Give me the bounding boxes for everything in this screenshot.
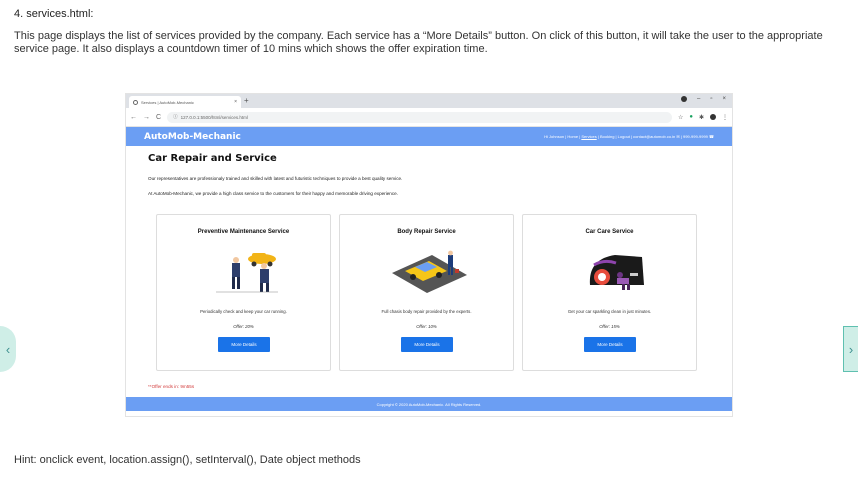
new-tab-button[interactable]: +: [244, 96, 249, 105]
maximize-button[interactable]: ▫: [710, 96, 712, 102]
menu-icon[interactable]: ⋮: [722, 114, 728, 121]
forward-icon[interactable]: →: [143, 114, 150, 121]
nav-link-services[interactable]: Services: [581, 134, 596, 139]
url-text: 127.0.0.1:5500/html/services.html: [180, 114, 248, 120]
reload-icon[interactable]: C: [156, 114, 161, 121]
favicon-icon: [133, 99, 138, 105]
countdown-value: 9m55s: [180, 384, 195, 389]
record-icon[interactable]: [681, 96, 687, 102]
service-title: Car Care Service: [585, 229, 634, 235]
doc-description: This page displays the list of services …: [14, 30, 823, 55]
nav-links-pre[interactable]: Hi Johnson | Home |: [544, 134, 581, 139]
browser-screenshot: Services | AutoMob-Mechanic × + – ▫ × ← …: [126, 94, 732, 416]
chevron-right-icon: ›: [848, 341, 854, 357]
profile-icon[interactable]: [710, 114, 716, 120]
back-icon[interactable]: ←: [130, 114, 137, 121]
site-footer: Copyright © 2020 AutoMob-Mechanic. All R…: [126, 397, 732, 411]
service-description: Full chasis body repair provided by the …: [381, 309, 472, 314]
tab-title: Services | AutoMob-Mechanic: [141, 99, 194, 105]
service-description: Get your car sparkling clean in just min…: [567, 309, 652, 314]
countdown-label: **Offer ends in:: [148, 384, 181, 389]
window-controls: – ▫ ×: [681, 96, 726, 102]
nav-links[interactable]: Hi Johnson | Home | Services | Booking |…: [544, 134, 714, 139]
doc-hint: Hint: onclick event, location.assign(), …: [14, 454, 361, 466]
intro-text-2: At AutoMob-Mechanic, we provide a high c…: [148, 191, 398, 196]
url-field[interactable]: ⓘ 127.0.0.1:5500/html/services.html: [167, 111, 672, 123]
site-navbar: AutoMob-Mechanic Hi Johnson | Home | Ser…: [126, 127, 732, 146]
page-title: Car Repair and Service: [148, 153, 277, 164]
service-card-preventive: Preventive Maintenance Service Periodica…: [156, 214, 331, 371]
star-icon[interactable]: ☆: [678, 114, 683, 121]
service-card-body-repair: Body Repair Service Full chasis body rep…: [339, 214, 514, 371]
extensions: ☆ ● ✱ ⋮: [678, 114, 728, 121]
chevron-left-icon: ‹: [5, 341, 11, 357]
browser-tab[interactable]: Services | AutoMob-Mechanic ×: [129, 96, 241, 108]
service-description: Periodically check and keep your car run…: [200, 309, 287, 314]
service-offer: Offer: 20%: [233, 324, 254, 329]
nav-links-post[interactable]: | Booking | Logout | contact@automob.co.…: [597, 134, 714, 139]
tab-strip: Services | AutoMob-Mechanic × + – ▫ ×: [126, 94, 732, 108]
intro-text-1: Our representatives are professionaly tr…: [148, 176, 403, 181]
more-details-button[interactable]: More Details: [401, 337, 453, 352]
service-card-car-care: Car Care Service Get your car sparkling …: [522, 214, 697, 371]
tab-close-icon[interactable]: ×: [234, 99, 237, 105]
service-title: Preventive Maintenance Service: [197, 229, 290, 235]
puzzle-icon[interactable]: ✱: [699, 114, 704, 121]
service-offer: Offer: 10%: [416, 324, 437, 329]
offer-countdown: **Offer ends in: 9m55s: [148, 384, 194, 389]
minimize-button[interactable]: –: [697, 96, 700, 102]
service-offer: Offer: 15%: [599, 324, 620, 329]
doc-heading: 4. services.html:: [14, 8, 94, 20]
extension-icon[interactable]: ●: [689, 114, 693, 120]
close-window-button[interactable]: ×: [722, 96, 726, 102]
brand-logo[interactable]: AutoMob-Mechanic: [144, 132, 241, 142]
page-content: Car Repair and Service Our representativ…: [126, 146, 732, 397]
body-repair-illustration-icon: [392, 250, 467, 293]
more-details-button[interactable]: More Details: [584, 337, 636, 352]
carousel-prev-button[interactable]: ‹: [0, 326, 16, 372]
info-icon: ⓘ: [173, 114, 178, 119]
car-care-illustration-icon: [589, 255, 644, 290]
more-details-button[interactable]: More Details: [218, 337, 270, 352]
carousel-next-button[interactable]: ›: [843, 326, 858, 372]
address-bar: ← → C ⓘ 127.0.0.1:5500/html/services.htm…: [126, 108, 732, 127]
mechanics-illustration-icon: [216, 253, 278, 293]
service-title: Body Repair Service: [397, 229, 456, 235]
